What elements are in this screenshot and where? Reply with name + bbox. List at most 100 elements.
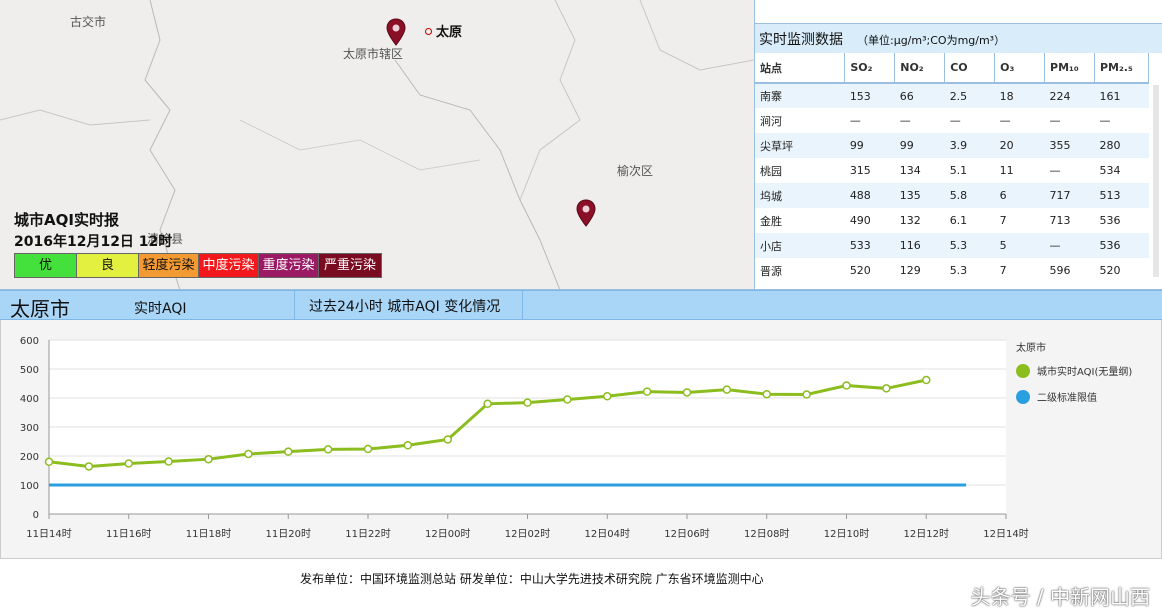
y-tick-label: 200 <box>20 452 39 463</box>
pollutant-value: 596 <box>1049 264 1071 277</box>
table-row[interactable]: 涧河 — — — — — — <box>755 108 1149 133</box>
pollutant-value: 713 <box>1049 214 1071 227</box>
y-tick-label: 500 <box>20 365 39 376</box>
pollutant-value: 132 <box>899 214 921 227</box>
pollutant-value: — <box>1049 164 1061 177</box>
pollutant-value: 6 <box>994 183 1045 208</box>
aqi-point <box>443 435 452 444</box>
column-header: PM₁₀ <box>1044 53 1095 84</box>
aqi-point <box>922 375 931 385</box>
map-label-taiyuan-city: 太原 <box>425 21 462 40</box>
pollutant-value: 355 <box>1044 133 1095 158</box>
pollutant-value: — <box>1049 114 1061 127</box>
aqi-point <box>802 390 811 399</box>
aqi-point <box>483 399 492 409</box>
pollutant-value: 153 <box>844 83 895 108</box>
pollutant-value: — <box>849 114 861 127</box>
pollutant-value: — <box>899 114 911 127</box>
pollutant-value: 20 <box>994 133 1045 158</box>
station-pin-icon[interactable] <box>576 199 596 227</box>
city-strip: 太原市 实时AQI 过去24小时 城市AQI 变化情况 <box>0 290 1162 321</box>
table-row[interactable]: 尖草坪 99 99 3.9 20 355 280 <box>755 133 1149 158</box>
column-header: SO₂ <box>844 53 896 84</box>
column-header: 站点 <box>755 53 846 84</box>
x-tick-label: 12日06时 <box>664 528 709 540</box>
aqi-level-3: 中度污染 <box>199 254 259 277</box>
pollutant-value: 116 <box>894 233 945 258</box>
x-tick-label: 12日08时 <box>744 528 789 540</box>
panel-scrollbar[interactable] <box>1153 85 1159 277</box>
y-tick-label: 400 <box>20 394 39 405</box>
table-row[interactable]: 小店 533 116 5.3 5—536 <box>755 233 1149 258</box>
table-header-row: 站点 SO₂ NO₂ CO O₃ PM₁₀ PM₂.₅ <box>755 53 1150 84</box>
pollutant-value: 533 <box>844 233 895 258</box>
map-label-gujiao: 古交市 <box>70 15 107 29</box>
pollutant-value: 6.1 <box>949 214 968 227</box>
table-body: 南寨 153 66 2.5 18 224 161 涧河 — — — — — — 尖草坪 99 99 3.9 20 35… <box>755 83 1149 283</box>
pollutant-value: 5 <box>994 233 1045 258</box>
pollutant-value: 5.8 <box>944 183 995 208</box>
aqi-point <box>403 441 413 450</box>
panel-title: 实时监测数据 <box>759 32 843 48</box>
aqi-point <box>762 389 771 399</box>
pollutant-value: 11 <box>999 164 1014 177</box>
table-row[interactable]: 坞城 488 135 5.8 6 717 513 <box>755 183 1149 208</box>
aqi-point <box>323 445 333 454</box>
pollutant-value: 7 <box>999 214 1007 227</box>
aqi-point <box>642 387 652 396</box>
legend-title: 太原市 <box>1016 341 1046 354</box>
pollutant-value: 717 <box>1044 183 1095 208</box>
aqi-point <box>363 444 373 454</box>
pollutant-value: 18 <box>994 83 1045 108</box>
pollutant-value: 5.1 <box>949 164 968 177</box>
tab-24h-trend[interactable]: 过去24小时 城市AQI 变化情况 <box>294 290 523 321</box>
pollutant-value: 536 <box>1099 214 1121 227</box>
y-tick-label: 100 <box>20 481 39 492</box>
x-tick-label: 11日14时 <box>26 528 71 540</box>
map-view[interactable]: 古交市 太原市辖区 太原 榆次区 清徐县 城市AQI实时报 2016年12月12… <box>0 0 754 290</box>
aqi-point <box>244 449 253 459</box>
y-tick-label: 600 <box>20 336 39 347</box>
pollutant-value: — <box>1099 114 1111 127</box>
pollutant-value: 315 <box>849 164 871 177</box>
y-tick-label: 300 <box>20 423 39 434</box>
aqi-point <box>284 447 293 456</box>
column-header: PM₂.₅ <box>1094 53 1150 84</box>
station-name: 坞城 <box>755 183 845 208</box>
aqi-point <box>722 385 732 394</box>
map-label-taiyuan-district: 太原市辖区 <box>343 47 404 61</box>
pollutant-value: — <box>1044 233 1095 258</box>
pollutant-value: 3.9 <box>944 133 995 158</box>
x-tick-label: 11日22时 <box>345 528 390 540</box>
pollutant-value: 2.5 <box>944 83 995 108</box>
pollutant-value: 520 <box>849 264 871 277</box>
legend-marker <box>1016 364 1030 378</box>
table-row[interactable]: 晋源 520 129 5.3 7 596 520 <box>755 258 1149 283</box>
aqi-point <box>523 398 532 407</box>
pollutant-value: 224 <box>1044 83 1095 108</box>
panel-header: 实时监测数据 （单位:μg/m³;CO为mg/m³） <box>755 23 1162 53</box>
station-name: 涧河 <box>760 114 782 128</box>
x-tick-label: 11日16时 <box>106 528 151 540</box>
pollutant-value: 490 <box>849 214 871 227</box>
map-label-yuci: 榆次区 <box>617 164 654 178</box>
legend-marker <box>1016 390 1030 404</box>
table-row[interactable]: 金胜 490 132 6.1 7 713 536 <box>755 208 1149 233</box>
table-row[interactable]: 桃园 315 134 5.1 11 — 534 <box>755 158 1149 183</box>
station-pin-icon[interactable] <box>386 18 406 46</box>
pollutant-value: 66 <box>894 83 945 108</box>
city-dot-icon <box>425 28 432 35</box>
aqi-point <box>204 454 213 464</box>
aqi-point <box>682 388 692 397</box>
table-row[interactable]: 南寨 153 66 2.5 18 224 161 <box>755 83 1149 108</box>
legend-label: 城市实时AQI(无量纲) <box>1037 365 1132 378</box>
aqi-point <box>164 457 173 466</box>
station-name: 晋源 <box>760 264 782 278</box>
station-name: 小店 <box>755 233 845 258</box>
x-tick-label: 11日20时 <box>266 528 311 540</box>
aqi-report-title: 城市AQI实时报 <box>14 211 119 229</box>
pollutant-value: — <box>999 114 1011 127</box>
aqi-page: 古交市 太原市辖区 太原 榆次区 清徐县 城市AQI实时报 2016年12月12… <box>0 0 1162 614</box>
pollutant-value: 161 <box>1094 83 1149 108</box>
aqi-level-4: 重度污染 <box>259 254 319 277</box>
